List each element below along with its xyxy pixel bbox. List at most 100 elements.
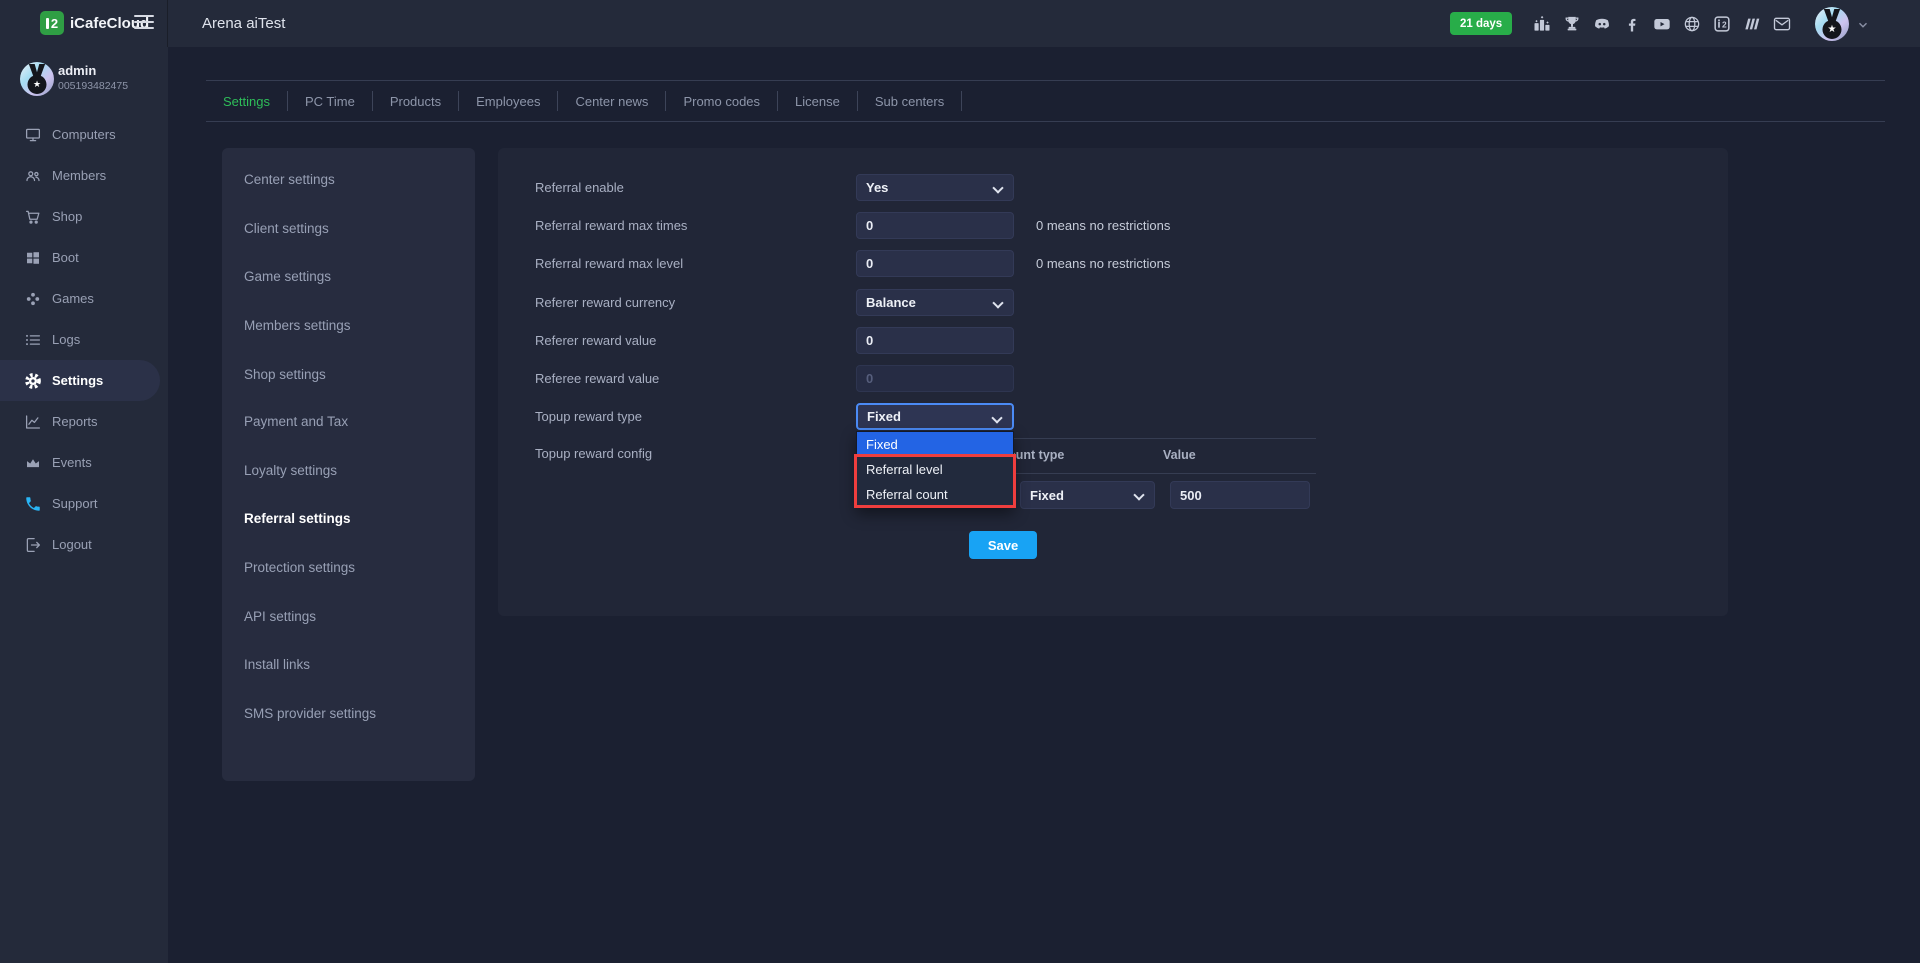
field-label-referee-reward-value: Referee reward value [535, 371, 659, 386]
save-button[interactable]: Save [969, 531, 1037, 559]
settings-menu-item-sms-provider-settings[interactable]: SMS provider settings [244, 706, 376, 721]
sidebar-item-computers[interactable]: Computers [0, 114, 168, 155]
sidebar-item-members[interactable]: Members [0, 155, 168, 196]
field-label-referer-reward-currency: Referer reward currency [535, 295, 675, 310]
sidebar-item-reports[interactable]: Reports [0, 401, 168, 442]
referer-reward-currency-select[interactable]: Balance [856, 289, 1014, 316]
globe-icon[interactable] [1682, 14, 1702, 34]
sidebar-user-name: admin [58, 63, 96, 78]
tab-products[interactable]: Products [373, 94, 458, 109]
sidebar-item-label: Computers [52, 127, 116, 142]
settings-menu-item-center-settings[interactable]: Center settings [244, 172, 335, 187]
sidebar-item-boot[interactable]: Boot [0, 237, 168, 278]
sidebar-user-id: 005193482475 [58, 80, 128, 92]
sidebar-item-label: Boot [52, 250, 79, 265]
sidebar-avatar[interactable] [20, 62, 54, 96]
settings-menu-item-payment-and-tax[interactable]: Payment and Tax [244, 414, 348, 429]
topup-reward-type-value: Fixed [867, 409, 901, 424]
games-icon [24, 290, 42, 308]
field-note: 0 means no restrictions [1036, 218, 1170, 233]
settings-menu-item-protection-settings[interactable]: Protection settings [244, 560, 355, 575]
page-title: Arena aiTest [202, 0, 285, 47]
sidebar-item-events[interactable]: Events [0, 442, 168, 483]
sidebar-item-logout[interactable]: Logout [0, 524, 168, 565]
layers-icon[interactable] [1742, 14, 1762, 34]
gear-icon [24, 372, 42, 390]
sidebar-item-settings[interactable]: Settings [0, 360, 160, 401]
column-header-value: Value [1163, 448, 1196, 462]
config-value-input[interactable] [1170, 481, 1310, 509]
topup-reward-type-select[interactable]: Fixed [856, 403, 1014, 430]
icafecloud-logo-icon: 2 [40, 11, 64, 35]
settings-menu-item-loyalty-settings[interactable]: Loyalty settings [244, 463, 337, 478]
settings-menu-item-referral-settings[interactable]: Referral settings [244, 511, 351, 526]
referral-reward-max-times-input[interactable] [856, 212, 1014, 239]
tab-pc-time[interactable]: PC Time [288, 94, 372, 109]
settings-menu-item-client-settings[interactable]: Client settings [244, 221, 329, 236]
sidebar-nav: Computers Members Shop [0, 114, 168, 565]
dropdown-option-referral-count[interactable]: Referral count [857, 482, 1013, 507]
tab-divider [961, 91, 962, 111]
discord-icon[interactable] [1592, 14, 1612, 34]
tab-center-news[interactable]: Center news [558, 94, 665, 109]
cart-icon [24, 208, 42, 226]
field-label-referer-reward-value: Referer reward value [535, 333, 656, 348]
user-avatar[interactable] [1815, 7, 1849, 41]
tab-promo-codes[interactable]: Promo codes [666, 94, 777, 109]
mail-icon[interactable] [1772, 14, 1792, 34]
computers-icon [24, 126, 42, 144]
windows-icon [24, 249, 42, 267]
phone-icon [24, 495, 42, 513]
settings-menu-panel: Center settings Client settings Game set… [222, 148, 475, 781]
sidebar-item-label: Events [52, 455, 92, 470]
sidebar-item-label: Settings [52, 373, 103, 388]
icafecloud-mini-logo-icon[interactable]: 2 [1712, 14, 1732, 34]
tab-sub-centers[interactable]: Sub centers [858, 94, 961, 109]
tab-settings[interactable]: Settings [206, 94, 287, 109]
icafecloud-app: { "topbar": { "logo_text": "iCafeCloud",… [0, 0, 1920, 963]
field-label-referral-reward-max-times: Referral reward max times [535, 218, 687, 233]
referral-enable-select[interactable]: Yes [856, 174, 1014, 201]
brand-area: 2 iCafeCloud [0, 0, 168, 47]
dropdown-option-referral-level[interactable]: Referral level [857, 457, 1013, 482]
referer-reward-currency-value: Balance [866, 295, 916, 310]
chevron-down-icon[interactable] [1856, 18, 1870, 32]
referral-reward-max-level-input[interactable] [856, 250, 1014, 277]
sidebar-item-shop[interactable]: Shop [0, 196, 168, 237]
logout-icon [24, 536, 42, 554]
config-amount-type-select[interactable]: Fixed [1020, 481, 1155, 509]
sidebar-item-support[interactable]: Support [0, 483, 168, 524]
referee-reward-value-input [856, 365, 1014, 392]
settings-tab-bar: Settings PC Time Products Employees Cent… [206, 80, 1885, 122]
settings-menu-item-install-links[interactable]: Install links [244, 657, 310, 672]
settings-menu-item-members-settings[interactable]: Members settings [244, 318, 351, 333]
topbar-icon-row: 2 [1532, 0, 1792, 47]
youtube-icon[interactable] [1652, 14, 1672, 34]
referral-settings-form: Referral enable Yes Referral reward max … [498, 148, 1728, 616]
sidebar-item-logs[interactable]: Logs [0, 319, 168, 360]
menu-toggle-button[interactable] [134, 15, 154, 31]
field-label-topup-reward-type: Topup reward type [535, 409, 642, 424]
settings-menu-item-api-settings[interactable]: API settings [244, 609, 316, 624]
settings-menu-item-shop-settings[interactable]: Shop settings [244, 367, 326, 382]
sidebar-item-label: Logout [52, 537, 92, 552]
tab-license[interactable]: License [778, 94, 857, 109]
license-days-badge[interactable]: 21 days [1450, 12, 1512, 35]
trophy-icon[interactable] [1562, 14, 1582, 34]
logo-glyph: 2 [51, 17, 58, 30]
logo-bar [46, 18, 49, 29]
referer-reward-value-input[interactable] [856, 327, 1014, 354]
facebook-icon[interactable] [1622, 14, 1642, 34]
chart-icon [24, 413, 42, 431]
members-icon [24, 167, 42, 185]
settings-menu-item-game-settings[interactable]: Game settings [244, 269, 331, 284]
sidebar-item-label: Games [52, 291, 94, 306]
sidebar-item-games[interactable]: Games [0, 278, 168, 319]
tab-employees[interactable]: Employees [459, 94, 557, 109]
ranking-icon[interactable] [1532, 14, 1552, 34]
sidebar-item-label: Shop [52, 209, 82, 224]
list-icon [24, 331, 42, 349]
top-bar: 2 iCafeCloud Arena aiTest 21 days [0, 0, 1920, 47]
field-label-referral-enable: Referral enable [535, 180, 624, 195]
dropdown-option-fixed[interactable]: Fixed [857, 432, 1013, 457]
